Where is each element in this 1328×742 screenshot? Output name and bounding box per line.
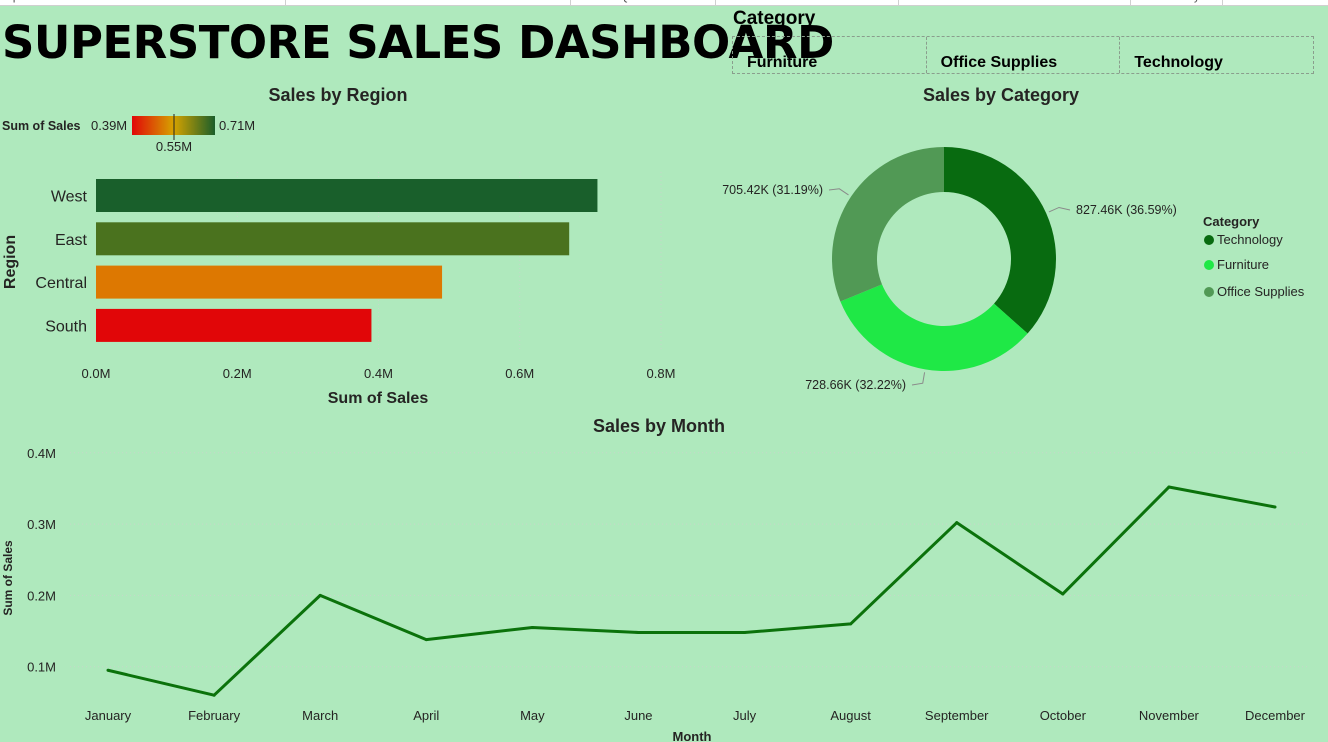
- month-x-tick-label: August: [830, 708, 871, 723]
- region-bar-west: [96, 179, 598, 212]
- month-data-point: [636, 630, 640, 634]
- category-legend-marker: [1204, 287, 1214, 297]
- region-x-tick-label: 0.8M: [647, 366, 676, 381]
- month-sales-line: [107, 485, 1276, 697]
- donut-data-label: 705.42K (31.19%): [722, 183, 823, 197]
- month-data-point: [424, 638, 428, 642]
- month-data-point: [106, 668, 110, 672]
- donut-data-label: 728.66K (32.22%): [805, 378, 906, 392]
- month-x-tick-label: January: [85, 708, 132, 723]
- region-category-label: Central: [35, 275, 87, 292]
- donut-slice-office-supplies: [832, 147, 944, 302]
- category-legend-title: Category: [1203, 214, 1260, 229]
- donut-data-label: 827.46K (36.59%): [1076, 203, 1177, 217]
- region-category-label: South: [45, 318, 87, 335]
- region-bar-east: [96, 222, 570, 256]
- month-x-tick-label: November: [1139, 708, 1200, 723]
- month-data-point: [530, 625, 534, 629]
- month-x-tick-label: July: [733, 708, 757, 723]
- region-category-label: West: [51, 189, 88, 206]
- month-data-point: [849, 622, 853, 626]
- month-x-tick-label: April: [413, 708, 439, 723]
- month-x-tick-label: March: [302, 708, 338, 723]
- category-legend-marker: [1204, 235, 1214, 245]
- donut-leader-line: [1048, 206, 1071, 213]
- region-x-tick-label: 0.6M: [505, 366, 534, 381]
- region-x-tick-label: 0.0M: [82, 366, 111, 381]
- month-x-axis-title: Month: [673, 729, 712, 742]
- region-legend-title: Sum of Sales: [2, 119, 81, 133]
- month-x-tick-label: June: [624, 708, 652, 723]
- region-legend-min: 0.39M: [91, 118, 127, 133]
- donut-leader-line: [828, 188, 849, 196]
- region-bar-central: [96, 265, 443, 299]
- region-legend-mid: 0.55M: [156, 139, 192, 154]
- month-x-tick-label: February: [188, 708, 241, 723]
- month-y-tick-label: 0.4M: [27, 446, 56, 461]
- region-y-axis-title: Region: [2, 235, 19, 289]
- category-legend-marker: [1204, 260, 1214, 270]
- month-x-tick-label: May: [520, 708, 545, 723]
- month-y-tick-label: 0.2M: [27, 588, 56, 603]
- month-data-point: [743, 630, 747, 634]
- month-data-point: [212, 693, 216, 697]
- month-y-tick-label: 0.3M: [27, 517, 56, 532]
- donut-slice-technology: [944, 147, 1056, 334]
- region-legend-max: 0.71M: [219, 118, 255, 133]
- month-x-tick-label: December: [1245, 708, 1306, 723]
- month-x-tick-label: September: [925, 708, 989, 723]
- month-data-point: [1061, 592, 1065, 596]
- category-legend-label: Furniture: [1217, 257, 1269, 272]
- region-x-tick-label: 0.4M: [364, 366, 393, 381]
- month-y-tick-label: 0.1M: [27, 660, 56, 675]
- region-x-tick-label: 0.2M: [223, 366, 252, 381]
- donut-leader-line: [911, 372, 926, 386]
- month-y-axis-title: Sum of Sales: [1, 540, 15, 616]
- month-x-tick-label: October: [1040, 708, 1087, 723]
- month-data-point: [318, 593, 322, 597]
- region-x-axis-title: Sum of Sales: [328, 390, 429, 407]
- category-legend-label: Technology: [1217, 232, 1283, 247]
- month-data-point: [1273, 505, 1277, 509]
- month-data-point: [955, 521, 959, 525]
- category-legend-label: Office Supplies: [1217, 284, 1305, 299]
- region-category-label: East: [55, 232, 88, 249]
- region-bar-south: [96, 308, 372, 342]
- dashboard-charts: 0.0M 0.2M 0.4M 0.6M 0.8M West East Central South…: [1, 114, 1310, 742]
- month-data-point: [1167, 485, 1171, 489]
